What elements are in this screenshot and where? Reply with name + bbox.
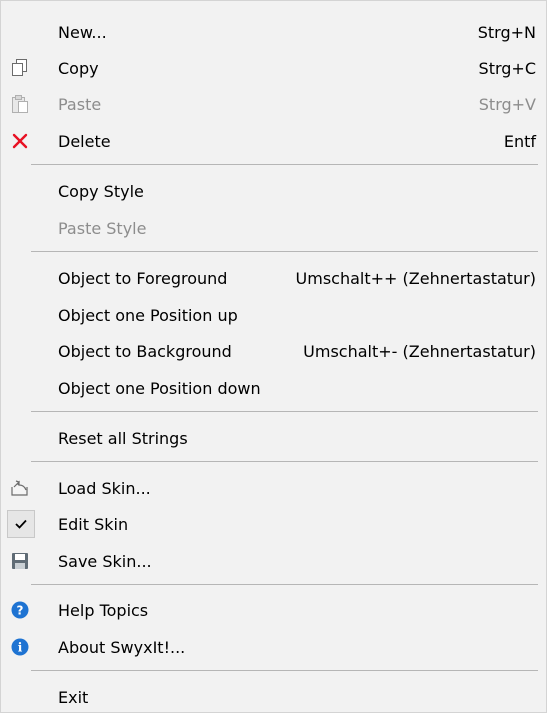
save-icon xyxy=(9,550,31,572)
menu-separator xyxy=(31,584,538,585)
menu-item-label: Delete xyxy=(58,131,111,151)
menu-separator xyxy=(31,411,538,412)
menu-item-label: Object one Position down xyxy=(58,378,261,398)
menu-item-save-skin[interactable]: Save Skin... xyxy=(1,544,546,578)
menu-item-object-position-down[interactable]: Object one Position down xyxy=(1,371,546,405)
menu-item-label: New... xyxy=(58,22,107,42)
menu-separator xyxy=(31,670,538,671)
menu-item-label: About SwyxIt!... xyxy=(58,637,186,657)
paste-icon xyxy=(9,93,31,115)
menu-item-shortcut: Strg+C xyxy=(478,58,536,78)
checkmark-icon xyxy=(7,510,35,538)
menu-item-paste: Paste Strg+V xyxy=(1,87,546,121)
menu-item-label: Copy xyxy=(58,58,99,78)
menu-item-exit[interactable]: Exit xyxy=(1,680,546,714)
info-icon: i xyxy=(9,636,31,658)
menu-item-shortcut: Strg+N xyxy=(477,22,536,42)
menu-separator xyxy=(31,461,538,462)
menu-item-shortcut: Umschalt+- (Zehnertastatur) xyxy=(303,341,536,361)
menu-item-load-skin[interactable]: Load Skin... xyxy=(1,471,546,505)
menu-item-label: Object to Background xyxy=(58,341,232,361)
menu-item-help-topics[interactable]: ? Help Topics xyxy=(1,593,546,627)
menu-item-label: Help Topics xyxy=(58,600,149,620)
context-menu: New... Strg+N Copy Strg+C Paste Strg+V D… xyxy=(0,0,547,713)
menu-item-object-to-foreground[interactable]: Object to Foreground Umschalt++ (Zehnert… xyxy=(1,261,546,295)
menu-item-new[interactable]: New... Strg+N xyxy=(1,15,546,49)
menu-item-copy[interactable]: Copy Strg+C xyxy=(1,51,546,85)
menu-item-label: Reset all Strings xyxy=(58,428,188,448)
menu-item-shortcut: Umschalt++ (Zehnertastatur) xyxy=(295,268,536,288)
menu-separator xyxy=(31,164,538,165)
svg-text:?: ? xyxy=(17,604,24,618)
menu-item-label: Load Skin... xyxy=(58,478,151,498)
menu-item-copy-style[interactable]: Copy Style xyxy=(1,174,546,208)
load-skin-icon xyxy=(9,477,31,499)
menu-item-object-to-background[interactable]: Object to Background Umschalt+- (Zehnert… xyxy=(1,334,546,368)
delete-x-icon xyxy=(9,130,31,152)
copy-icon xyxy=(9,57,31,79)
menu-item-label: Object one Position up xyxy=(58,305,238,325)
menu-item-label: Exit xyxy=(58,687,89,707)
menu-separator xyxy=(31,251,538,252)
menu-item-label: Edit Skin xyxy=(58,514,129,534)
menu-item-shortcut: Strg+V xyxy=(478,94,536,114)
menu-item-label: Paste Style xyxy=(58,218,147,238)
menu-item-reset-all-strings[interactable]: Reset all Strings xyxy=(1,421,546,455)
menu-item-edit-skin[interactable]: Edit Skin xyxy=(1,507,546,541)
menu-item-about[interactable]: i About SwyxIt!... xyxy=(1,630,546,664)
menu-item-label: Object to Foreground xyxy=(58,268,228,288)
menu-item-label: Paste xyxy=(58,94,102,114)
menu-item-label: Save Skin... xyxy=(58,551,152,571)
menu-item-paste-style: Paste Style xyxy=(1,211,546,245)
menu-item-label: Copy Style xyxy=(58,181,144,201)
help-icon: ? xyxy=(9,599,31,621)
menu-item-object-position-up[interactable]: Object one Position up xyxy=(1,298,546,332)
menu-item-shortcut: Entf xyxy=(503,131,536,151)
svg-text:i: i xyxy=(18,641,23,655)
menu-item-delete[interactable]: Delete Entf xyxy=(1,124,546,158)
